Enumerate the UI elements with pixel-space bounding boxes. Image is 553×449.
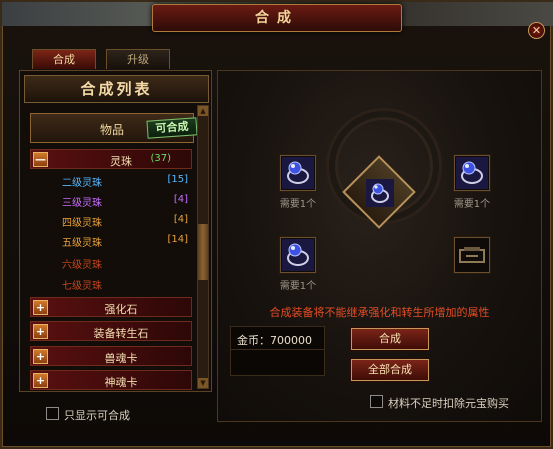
ring-icon xyxy=(282,157,314,189)
category-label: 强化石 xyxy=(104,303,138,316)
sub-item-name: 四级灵珠 xyxy=(62,218,102,229)
sub-item-name: 三级灵珠 xyxy=(62,198,102,209)
category-lingzhu[interactable]: — 灵珠 (37) xyxy=(30,149,192,169)
ring-icon xyxy=(456,157,488,189)
material-slot-2[interactable] xyxy=(454,155,490,191)
craft-all-button[interactable]: 全部合成 xyxy=(351,359,429,381)
scroll-up-icon[interactable]: ▲ xyxy=(198,106,208,116)
deduct-yuanbao-label: 材料不足时扣除元宝购买 xyxy=(388,397,509,410)
expand-icon[interactable]: + xyxy=(33,300,48,315)
sub-item-name: 七级灵珠 xyxy=(62,281,102,292)
category-label: 装备转生石 xyxy=(93,327,149,340)
list-item[interactable]: 二级灵珠 [15] xyxy=(34,171,192,190)
sub-item-count: [4] xyxy=(173,214,188,225)
expand-icon[interactable]: + xyxy=(33,349,48,364)
can-synthesize-badge: 可合成 xyxy=(146,117,198,139)
category-beast-card[interactable]: + 兽魂卡 xyxy=(30,346,192,366)
sub-item-count: [4] xyxy=(173,194,188,205)
close-icon[interactable]: ✕ xyxy=(528,22,545,39)
window-title-bar: 合成 xyxy=(152,4,402,32)
list-item[interactable]: 六级灵珠 xyxy=(34,253,192,272)
window-title: 合成 xyxy=(255,10,299,26)
category-rebirth-stone[interactable]: + 装备转生石 xyxy=(30,321,192,341)
category-count: (37) xyxy=(150,153,171,164)
sub-item-count: [15] xyxy=(167,174,188,185)
craft-button[interactable]: 合成 xyxy=(351,328,429,350)
sub-item-name: 五级灵珠 xyxy=(62,238,102,249)
synthesis-list-panel: 合成列表 物品 可合成 — 灵珠 (37) 二级灵珠 [15] 三级灵珠 [4]… xyxy=(19,70,212,392)
category-label: 兽魂卡 xyxy=(104,352,138,365)
sub-item-name: 六级灵珠 xyxy=(62,260,102,271)
material-slot-4[interactable] xyxy=(454,237,490,273)
list-scrollbar[interactable]: ▲ ▼ xyxy=(197,105,209,389)
category-god-card[interactable]: + 神魂卡 xyxy=(30,370,192,390)
list-item[interactable]: 五级灵珠 [14] xyxy=(34,231,192,250)
tab-upgrade[interactable]: 升级 xyxy=(106,49,170,69)
gold-amount: 金币：700000 xyxy=(237,334,312,347)
gold-display: 金币：700000 xyxy=(230,326,325,376)
ring-icon xyxy=(282,239,314,271)
sub-item-name: 二级灵珠 xyxy=(62,178,102,189)
only-show-craftable-label: 只显示可合成 xyxy=(64,409,130,422)
tab-synthesis[interactable]: 合成 xyxy=(32,49,96,69)
category-label: 神魂卡 xyxy=(104,376,138,389)
list-item[interactable]: 七级灵珠 xyxy=(34,274,192,293)
need-count-label: 需要1个 xyxy=(279,281,317,292)
scrollbar-thumb[interactable] xyxy=(198,224,208,280)
synthesis-window: 合成 ✕ 合成 升级 合成列表 物品 可合成 — 灵珠 (37) 二级灵珠 [1… xyxy=(0,0,553,449)
need-count-label: 需要1个 xyxy=(279,199,317,210)
item-header-row[interactable]: 物品 可合成 xyxy=(30,113,198,143)
list-title: 合成列表 xyxy=(80,80,153,98)
gold-divider xyxy=(231,349,324,350)
lock-icon xyxy=(459,247,485,263)
list-header: 合成列表 xyxy=(24,75,209,103)
list-item[interactable]: 四级灵珠 [4] xyxy=(34,211,192,230)
sub-item-count: [14] xyxy=(167,234,188,245)
material-slot-3[interactable] xyxy=(280,237,316,273)
inheritance-warning: 合成装备将不能继承强化和转生所增加的属性 xyxy=(269,306,490,319)
deduct-yuanbao-checkbox[interactable] xyxy=(370,395,383,408)
collapse-icon[interactable]: — xyxy=(33,152,48,167)
ring-icon xyxy=(366,179,394,207)
scroll-down-icon[interactable]: ▼ xyxy=(198,378,208,388)
synthesis-workbench: 需要1个 需要1个 需要1个 合成装备将不能继承强化和转生所增加的属性 金币：7… xyxy=(217,70,542,422)
list-item[interactable]: 三级灵珠 [4] xyxy=(34,191,192,210)
need-count-label: 需要1个 xyxy=(453,199,491,210)
expand-icon[interactable]: + xyxy=(33,324,48,339)
only-show-craftable-checkbox[interactable] xyxy=(46,407,59,420)
expand-icon[interactable]: + xyxy=(33,373,48,388)
material-slot-1[interactable] xyxy=(280,155,316,191)
category-enhance-stone[interactable]: + 强化石 xyxy=(30,297,192,317)
